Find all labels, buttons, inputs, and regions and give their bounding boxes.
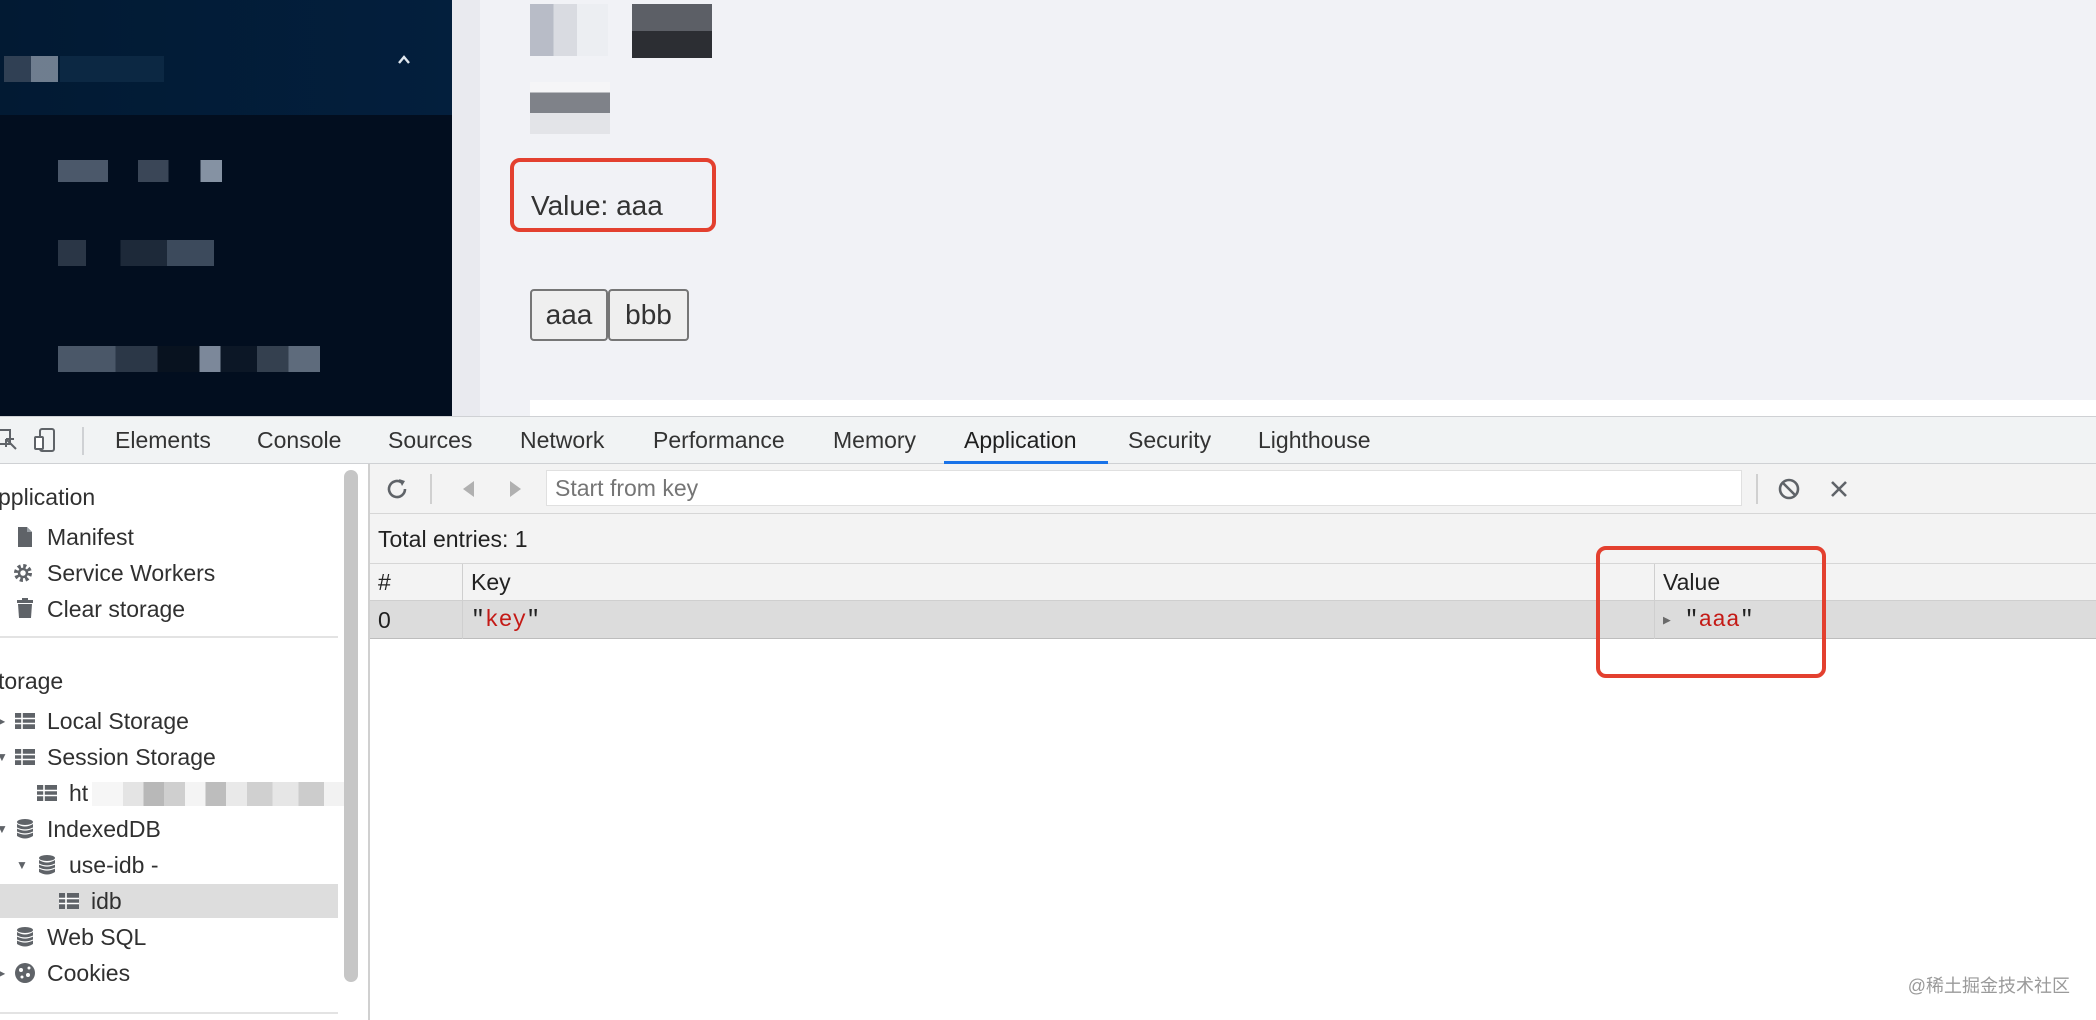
tab-lighthouse[interactable]: Lighthouse: [1258, 417, 1371, 463]
collapse-arrow-icon[interactable]: ▼: [0, 740, 8, 774]
sidebar-item-label: Web SQL: [47, 924, 147, 950]
redacted-nav-item-3[interactable]: [58, 346, 320, 372]
sidebar-item-local-storage[interactable]: ▶ Local Storage: [0, 704, 338, 738]
file-icon: [18, 527, 32, 547]
highlight-box-value: [510, 158, 716, 232]
sidebar-divider-bottom: [0, 1012, 338, 1014]
start-from-key-input[interactable]: [546, 470, 1742, 506]
clear-object-store-icon[interactable]: [1776, 476, 1802, 502]
indexeddb-data-view: Total entries: 1 # Key Value 0 "key" ▶ "…: [370, 464, 2096, 1020]
sidebar-item-label: Cookies: [47, 960, 131, 986]
redacted-heading-1: [530, 4, 608, 56]
quote-close: ": [526, 607, 541, 633]
database-icon: [16, 819, 34, 839]
inspect-element-icon[interactable]: [0, 427, 20, 453]
application-sidebar: pplication Manifest Service Workers Clea…: [0, 464, 350, 1020]
key-string: key: [484, 607, 527, 633]
sidebar-item-session-storage[interactable]: ▼ Session Storage: [0, 740, 338, 774]
table-row[interactable]: 0 "key" ▶ "aaa": [370, 601, 2096, 639]
sidebar-item-label: ht: [69, 780, 89, 806]
table-icon: [15, 713, 35, 729]
sidebar-item-label: use-idb -: [69, 852, 159, 878]
cookie-icon: [15, 963, 35, 983]
tab-performance[interactable]: Performance: [653, 417, 785, 463]
sidebar-item-clear-storage[interactable]: Clear storage: [0, 592, 338, 626]
content-gutter: [452, 0, 480, 416]
expand-arrow-icon[interactable]: ▶: [0, 704, 5, 738]
tab-network[interactable]: Network: [520, 417, 604, 463]
table-icon: [59, 893, 79, 909]
column-header-index[interactable]: #: [370, 564, 462, 601]
row-index: 0: [378, 607, 391, 633]
refresh-icon[interactable]: [384, 476, 410, 502]
expand-arrow-icon[interactable]: ▶: [0, 956, 5, 990]
tab-console[interactable]: Console: [257, 417, 341, 463]
sidebar-item-service-workers[interactable]: Service Workers: [0, 556, 338, 590]
gear-icon: [14, 564, 32, 582]
section-header-application: pplication: [0, 484, 96, 510]
database-icon: [16, 927, 34, 947]
watermark: @稀土掘金技术社区: [1907, 976, 2070, 996]
section-header-storage: torage: [0, 668, 64, 694]
device-toolbar-icon[interactable]: [32, 427, 58, 453]
total-entries: Total entries: 1: [370, 514, 2096, 564]
collapse-arrow-icon[interactable]: ▼: [16, 848, 28, 882]
button-bbb[interactable]: bbb: [608, 289, 689, 341]
sidebar-item-label: IndexedDB: [47, 816, 161, 842]
devtools-panel: Elements Console Sources Network Perform…: [0, 416, 2096, 1020]
sidebar-item-label: Session Storage: [47, 744, 216, 770]
table-icon: [37, 785, 57, 801]
sidebar-scrollbar[interactable]: [344, 470, 358, 982]
tab-memory[interactable]: Memory: [833, 417, 916, 463]
trash-icon: [17, 598, 33, 618]
redacted-subtitle: [530, 82, 610, 134]
row-key: "key": [463, 601, 1653, 639]
devtools-tab-bar: Elements Console Sources Network Perform…: [0, 416, 2096, 464]
tab-application[interactable]: Application: [964, 417, 1077, 463]
next-page-icon[interactable]: [502, 476, 528, 502]
sidebar-divider: [0, 636, 338, 638]
quote-open: ": [471, 607, 485, 633]
tab-elements[interactable]: Elements: [115, 417, 211, 463]
tab-sources[interactable]: Sources: [388, 417, 472, 463]
redacted-heading-2: [632, 4, 712, 58]
content-card-edge: [530, 400, 2096, 416]
redacted-nav-title: [4, 56, 58, 82]
nav-header[interactable]: [0, 0, 452, 115]
left-navigation-panel: [0, 0, 452, 416]
previous-page-icon[interactable]: [456, 476, 482, 502]
sidebar-item-web-sql[interactable]: Web SQL: [0, 920, 338, 954]
sidebar-item-cookies[interactable]: ▶ Cookies: [0, 956, 338, 990]
toolbar-divider: [1756, 474, 1758, 504]
column-header-key[interactable]: Key: [463, 564, 1653, 601]
collapse-arrow-icon[interactable]: ▼: [0, 812, 8, 846]
chevron-up-icon[interactable]: [396, 52, 412, 68]
sidebar-item-label: Manifest: [47, 524, 134, 550]
toolbar-divider: [430, 474, 432, 504]
sidebar-item-database[interactable]: ▼ use-idb -: [0, 848, 338, 882]
sidebar-item-label: idb: [91, 888, 122, 914]
tab-security[interactable]: Security: [1128, 417, 1211, 463]
sidebar-item-indexeddb[interactable]: ▼ IndexedDB: [0, 812, 338, 846]
database-icon: [38, 855, 56, 875]
redacted-nav-item-1[interactable]: [58, 160, 236, 182]
sidebar-item-label: Clear storage: [47, 596, 186, 622]
delete-selected-icon[interactable]: [1826, 476, 1852, 502]
sidebar-item-object-store[interactable]: idb: [0, 884, 338, 918]
table-icon: [15, 749, 35, 765]
redacted-nav-item-2[interactable]: [58, 240, 214, 266]
data-toolbar: [370, 464, 2096, 514]
sidebar-item-session-origin[interactable]: ht: [0, 776, 350, 810]
table-header: # Key Value: [370, 564, 2096, 601]
tab-bar-divider: [82, 427, 84, 455]
sidebar-item-manifest[interactable]: Manifest: [0, 520, 338, 554]
sidebar-item-label: Service Workers: [47, 560, 216, 586]
highlight-box-table-value: [1596, 546, 1826, 678]
button-aaa[interactable]: aaa: [530, 289, 608, 341]
sidebar-item-label: Local Storage: [47, 708, 189, 734]
redacted-origin-url: [92, 782, 350, 806]
redacted-nav-title-2: [60, 56, 164, 82]
